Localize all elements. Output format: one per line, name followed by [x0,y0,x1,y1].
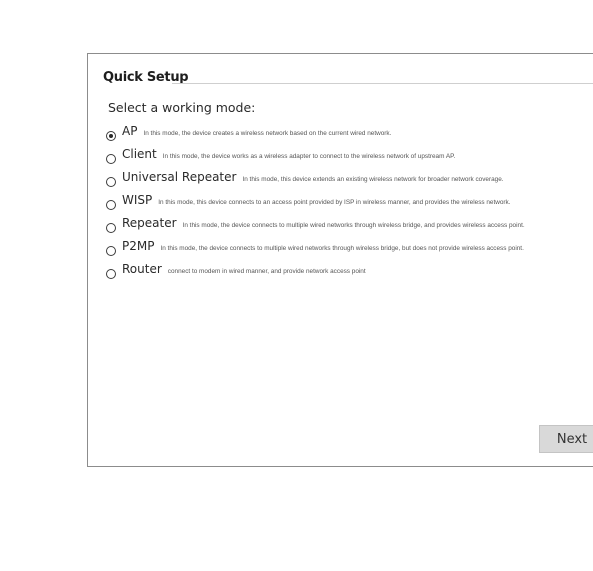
working-mode-prompt: Select a working mode: [108,100,256,115]
mode-option-wisp[interactable]: WISP In this mode, this device connects … [106,193,525,216]
mode-option-client[interactable]: Client In this mode, the device works as… [106,147,525,170]
quick-setup-panel: Quick Setup Select a working mode: AP In… [87,53,593,467]
mode-description: In this mode, the device connects to mul… [182,222,525,229]
mode-label: Router [122,262,162,276]
mode-label: WISP [122,193,153,207]
working-mode-list: AP In this mode, the device creates a wi… [106,124,525,285]
mode-description: In this mode, this device extends an exi… [242,176,504,183]
mode-label: AP [122,124,138,138]
mode-option-universal-repeater[interactable]: Universal Repeater In this mode, this de… [106,170,525,193]
mode-radio-universal-repeater[interactable] [106,176,116,187]
mode-radio-p2mp[interactable] [106,245,116,256]
mode-option-ap[interactable]: AP In this mode, the device creates a wi… [106,124,525,147]
title-divider [172,83,593,84]
mode-description: In this mode, the device works as a wire… [162,153,456,160]
mode-description: In this mode, the device connects to mul… [160,245,524,252]
mode-option-p2mp[interactable]: P2MP In this mode, the device connects t… [106,239,525,262]
mode-label: Repeater [122,216,177,230]
mode-description: connect to modem in wired manner, and pr… [167,268,366,275]
mode-description: In this mode, the device creates a wirel… [143,130,392,137]
mode-option-router[interactable]: Router connect to modem in wired manner,… [106,262,525,285]
mode-description: In this mode, this device connects to an… [158,199,511,206]
mode-label: Universal Repeater [122,170,237,184]
mode-radio-repeater[interactable] [106,222,116,233]
mode-radio-wisp[interactable] [106,199,116,210]
mode-option-repeater[interactable]: Repeater In this mode, the device connec… [106,216,525,239]
mode-label: Client [122,147,157,161]
mode-radio-ap[interactable] [106,130,116,141]
mode-radio-router[interactable] [106,268,116,279]
mode-radio-client[interactable] [106,153,116,164]
mode-label: P2MP [122,239,155,253]
next-button[interactable]: Next [539,425,593,453]
